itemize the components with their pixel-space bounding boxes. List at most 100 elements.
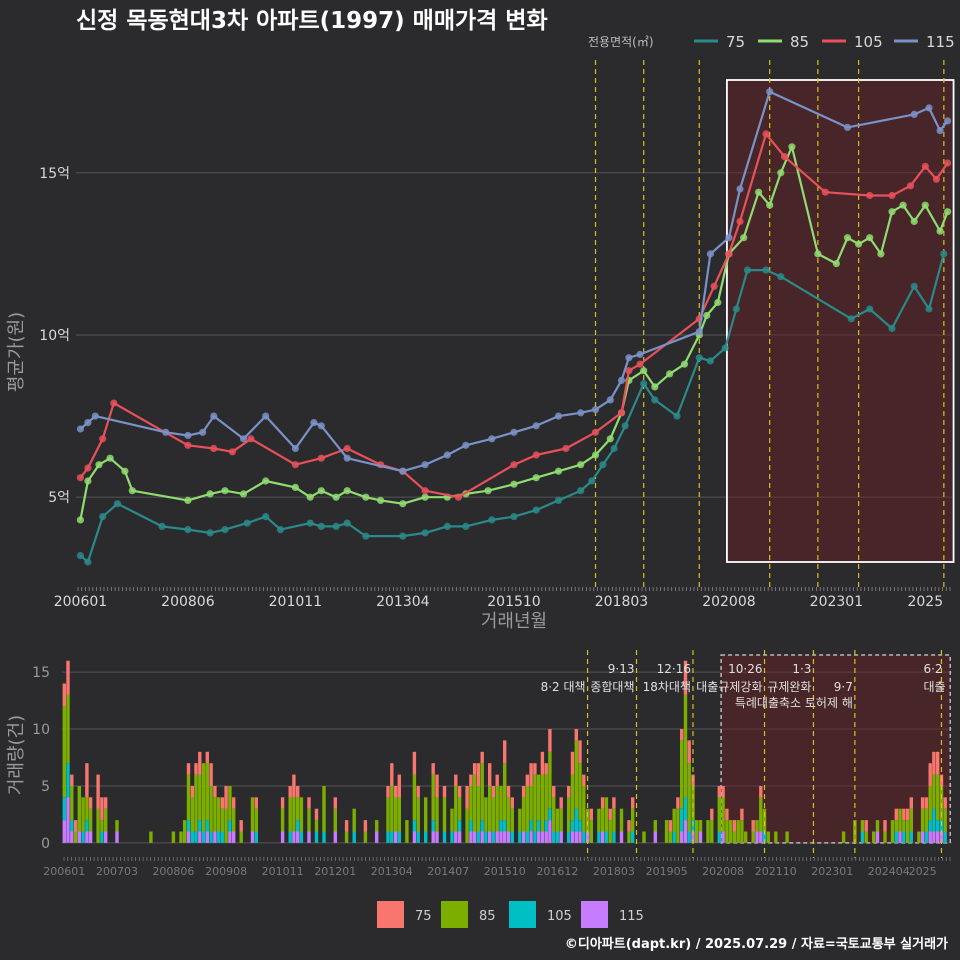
chart-title: 신정 목동현대3차 아파트(1997) 매매가격 변화: [76, 8, 548, 34]
volume-bar-group: [766, 831, 770, 843]
volume-bar-segment: [589, 820, 593, 843]
volume-bar-group: [476, 763, 481, 843]
volume-bar-segment: [292, 797, 296, 832]
volume-bar-segment: [544, 774, 548, 821]
policy-label: 대출규제강화: [696, 680, 762, 694]
volume-bar-segment: [375, 820, 379, 832]
volume-bar-segment: [759, 831, 763, 843]
data-point: [399, 500, 407, 508]
volume-bar-segment: [536, 831, 541, 843]
data-point: [291, 461, 299, 469]
volume-bar-segment: [484, 797, 488, 832]
volume-bar-segment: [296, 820, 300, 832]
x-tick-label: 202301: [810, 594, 863, 610]
volume-bar-segment: [755, 820, 759, 832]
volume-x-tick-label: 201201: [314, 865, 356, 878]
volume-y-axis-label: 거래량(건): [6, 715, 27, 795]
volume-bar-segment: [928, 786, 932, 821]
volume-bar-segment: [424, 797, 428, 832]
volume-bar-segment: [344, 831, 349, 843]
volume-bar-segment: [416, 797, 420, 832]
volume-bar-segment: [390, 763, 394, 786]
data-point: [562, 444, 570, 453]
volume-bar-segment: [604, 797, 609, 832]
volume-bar-segment: [905, 808, 910, 821]
volume-bar-segment: [687, 763, 691, 832]
volume-bar-segment: [232, 797, 236, 809]
volume-bar-group: [631, 797, 635, 843]
volume-bar-segment: [751, 820, 755, 832]
volume-bar-segment: [774, 831, 778, 843]
price-x-axis-label: 거래년월: [481, 611, 547, 632]
volume-bar-group: [909, 797, 913, 843]
volume-bar-segment: [431, 831, 435, 843]
volume-bar-group: [405, 820, 409, 843]
volume-bar-segment: [70, 786, 74, 821]
volume-bar-segment: [574, 729, 578, 741]
volume-bar-group: [698, 820, 703, 843]
volume-bar-group: [533, 763, 537, 843]
volume-bar-group: [902, 808, 906, 843]
volume-bar-segment: [62, 797, 66, 821]
volume-bar-segment: [472, 774, 477, 832]
data-point: [591, 406, 600, 414]
data-point: [262, 477, 270, 485]
price-chart: 5억10억15억 200601 200806 201011 201304 201510 2…: [6, 33, 955, 632]
data-point: [99, 435, 107, 443]
volume-bar-group: [344, 820, 349, 843]
legend-label-115: 115: [926, 33, 955, 51]
volume-bar-segment: [928, 763, 932, 786]
volume-bar-segment: [280, 831, 285, 843]
data-point: [944, 117, 952, 125]
volume-bar-group: [552, 786, 556, 843]
volume-y-tick-label: 5: [41, 779, 50, 795]
volume-bar-segment: [480, 751, 484, 764]
volume-bar-group: [386, 786, 390, 843]
volume-bar-segment: [936, 820, 940, 832]
volume-bar-segment: [529, 831, 533, 843]
volume-bar-group: [710, 808, 714, 843]
volume-bar-segment: [228, 831, 232, 843]
volume-bar-group: [454, 774, 458, 843]
data-point: [91, 412, 99, 420]
volume-bar-group: [736, 820, 740, 843]
volume-bar-segment: [239, 820, 243, 832]
volume-x-tick-label: 201011: [262, 865, 304, 878]
volume-bar-segment: [66, 797, 70, 843]
volume-bar-segment: [454, 786, 458, 832]
volume-bar-segment: [220, 831, 225, 843]
volume-bar-segment: [454, 831, 458, 843]
volume-bar-segment: [198, 820, 202, 832]
volume-bar-segment: [66, 763, 70, 798]
volume-bar-group: [393, 786, 398, 843]
volume-bar-segment: [600, 797, 605, 809]
volume-bar-segment: [725, 820, 729, 843]
data-point: [577, 487, 585, 495]
volume-bar-segment: [476, 786, 481, 832]
volume-bar-segment: [510, 797, 514, 809]
data-point: [184, 431, 192, 440]
volume-bar-segment: [480, 820, 484, 832]
data-point: [221, 487, 229, 495]
volume-bar-segment: [194, 763, 198, 775]
policy-label: 대출: [923, 680, 945, 694]
volume-bar-segment: [567, 831, 571, 843]
data-point: [936, 227, 944, 235]
volume-bar-segment: [201, 831, 206, 843]
volume-bar-group: [201, 763, 206, 843]
volume-bar-group: [544, 763, 548, 843]
volume-bar-segment: [875, 820, 880, 832]
volume-bar-group: [296, 786, 300, 843]
volume-bar-group: [488, 763, 492, 843]
volume-bar-segment: [695, 820, 699, 843]
volume-chart: 8·2 대책 9·13 종합대책 12·16 18차대책 10·26 대출규제강화 1·3 규제…: [6, 650, 952, 928]
y-tick-label: 10억: [39, 328, 70, 344]
volume-bar-segment: [936, 751, 940, 775]
volume-bar-segment: [186, 763, 191, 775]
volume-bar-segment: [465, 808, 469, 843]
volume-bar-segment: [205, 831, 209, 843]
data-point: [695, 354, 703, 362]
volume-bar-segment: [503, 740, 507, 764]
volume-bar-segment: [683, 820, 688, 843]
data-point: [95, 461, 103, 469]
